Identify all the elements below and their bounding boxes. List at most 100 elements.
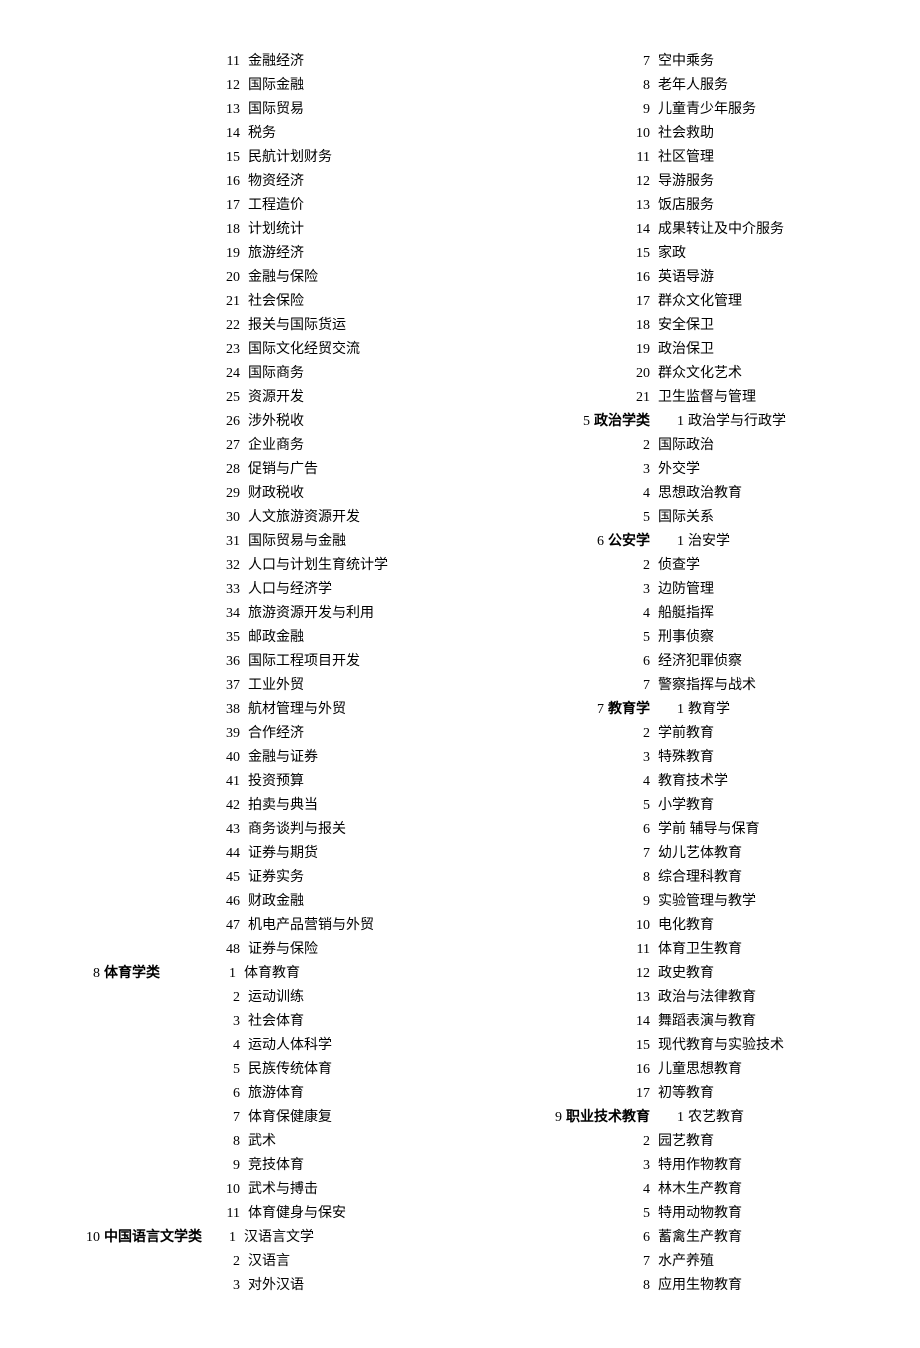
list-row: 11社区管理 — [470, 146, 880, 170]
list-row: 10中国语言文学类1汉语言文学 — [40, 1226, 450, 1250]
item-name: 合作经济 — [244, 722, 450, 746]
item-name: 民航计划财务 — [244, 146, 450, 170]
item-name: 工业外贸 — [244, 674, 450, 698]
list-row: 13政治与法律教育 — [470, 986, 880, 1010]
item-name: 老年人服务 — [654, 74, 880, 98]
item-name: 政治与法律教育 — [654, 986, 880, 1010]
item-number: 1 — [202, 1226, 236, 1250]
item-name: 儿童思想教育 — [654, 1058, 880, 1082]
item-number: 2 — [470, 722, 654, 746]
item-name: 体育保健康复 — [244, 1106, 450, 1130]
item-name: 导游服务 — [654, 170, 880, 194]
item-name: 警察指挥与战术 — [654, 674, 880, 698]
list-row: 20群众文化艺术 — [470, 362, 880, 386]
item-name: 特殊教育 — [654, 746, 880, 770]
item-number: 17 — [470, 290, 654, 314]
category-number: 9 — [534, 1106, 566, 1130]
list-row: 2侦查学 — [470, 554, 880, 578]
list-row: 6学前 辅导与保育 — [470, 818, 880, 842]
item-name: 政史教育 — [654, 962, 880, 986]
list-row: 42拍卖与典当 — [40, 794, 450, 818]
item-number: 29 — [40, 482, 244, 506]
item-name: 拍卖与典当 — [244, 794, 450, 818]
item-number: 16 — [40, 170, 244, 194]
item-name: 侦查学 — [654, 554, 880, 578]
list-row: 29财政税收 — [40, 482, 450, 506]
item-number: 7 — [470, 1250, 654, 1274]
list-row: 24国际商务 — [40, 362, 450, 386]
item-number: 31 — [40, 530, 244, 554]
item-number: 7 — [470, 674, 654, 698]
item-number: 35 — [40, 626, 244, 650]
list-row: 37工业外贸 — [40, 674, 450, 698]
item-number: 20 — [470, 362, 654, 386]
item-number: 22 — [40, 314, 244, 338]
list-row: 15现代教育与实验技术 — [470, 1034, 880, 1058]
item-number: 2 — [40, 1250, 244, 1274]
list-row: 11金融经济 — [40, 50, 450, 74]
list-row: 12国际金融 — [40, 74, 450, 98]
item-name: 特用动物教育 — [654, 1202, 880, 1226]
list-row: 8老年人服务 — [470, 74, 880, 98]
item-number: 12 — [40, 74, 244, 98]
item-name: 成果转让及中介服务 — [654, 218, 880, 242]
item-number: 7 — [470, 842, 654, 866]
list-row: 47机电产品营销与外贸 — [40, 914, 450, 938]
list-row: 4林木生产教育 — [470, 1178, 880, 1202]
list-row: 8综合理科教育 — [470, 866, 880, 890]
item-number: 4 — [470, 602, 654, 626]
item-number: 4 — [470, 482, 654, 506]
item-name: 国际政治 — [654, 434, 880, 458]
item-name: 学前 辅导与保育 — [654, 818, 880, 842]
item-name: 儿童青少年服务 — [654, 98, 880, 122]
list-row: 16儿童思想教育 — [470, 1058, 880, 1082]
item-number: 21 — [470, 386, 654, 410]
item-number: 19 — [40, 242, 244, 266]
item-name: 现代教育与实验技术 — [654, 1034, 880, 1058]
category-wrapper: 6公安学 — [470, 530, 654, 554]
item-name: 社会救助 — [654, 122, 880, 146]
item-name: 饭店服务 — [654, 194, 880, 218]
item-name: 治安学 — [688, 530, 880, 554]
category-number: 8 — [40, 962, 104, 986]
item-number: 12 — [470, 962, 654, 986]
list-row: 7幼儿艺体教育 — [470, 842, 880, 866]
list-row: 4教育技术学 — [470, 770, 880, 794]
list-row: 7体育保健康复 — [40, 1106, 450, 1130]
list-row: 8应用生物教育 — [470, 1274, 880, 1298]
item-name: 社会体育 — [244, 1010, 450, 1034]
list-row: 16英语导游 — [470, 266, 880, 290]
item-name: 群众文化管理 — [654, 290, 880, 314]
list-row: 2运动训练 — [40, 986, 450, 1010]
item-name: 教育学 — [688, 698, 880, 722]
item-number: 15 — [470, 1034, 654, 1058]
list-row: 3特用作物教育 — [470, 1154, 880, 1178]
item-name: 国际文化经贸交流 — [244, 338, 450, 362]
item-name: 企业商务 — [244, 434, 450, 458]
item-name: 家政 — [654, 242, 880, 266]
list-row: 11体育卫生教育 — [470, 938, 880, 962]
list-row: 9竞技体育 — [40, 1154, 450, 1178]
list-row: 17初等教育 — [470, 1082, 880, 1106]
list-row: 7水产养殖 — [470, 1250, 880, 1274]
item-number: 9 — [470, 98, 654, 122]
list-row: 5刑事侦察 — [470, 626, 880, 650]
item-number: 6 — [40, 1082, 244, 1106]
item-name: 园艺教育 — [654, 1130, 880, 1154]
item-name: 国际金融 — [244, 74, 450, 98]
item-number: 13 — [40, 98, 244, 122]
item-name: 学前教育 — [654, 722, 880, 746]
item-number: 41 — [40, 770, 244, 794]
list-row: 23国际文化经贸交流 — [40, 338, 450, 362]
item-number: 39 — [40, 722, 244, 746]
list-row: 14税务 — [40, 122, 450, 146]
item-number: 18 — [470, 314, 654, 338]
item-number: 4 — [470, 1178, 654, 1202]
list-row: 32人口与计划生育统计学 — [40, 554, 450, 578]
item-name: 安全保卫 — [654, 314, 880, 338]
item-number: 20 — [40, 266, 244, 290]
item-number: 26 — [40, 410, 244, 434]
item-name: 思想政治教育 — [654, 482, 880, 506]
item-name: 小学教育 — [654, 794, 880, 818]
list-row: 16物资经济 — [40, 170, 450, 194]
